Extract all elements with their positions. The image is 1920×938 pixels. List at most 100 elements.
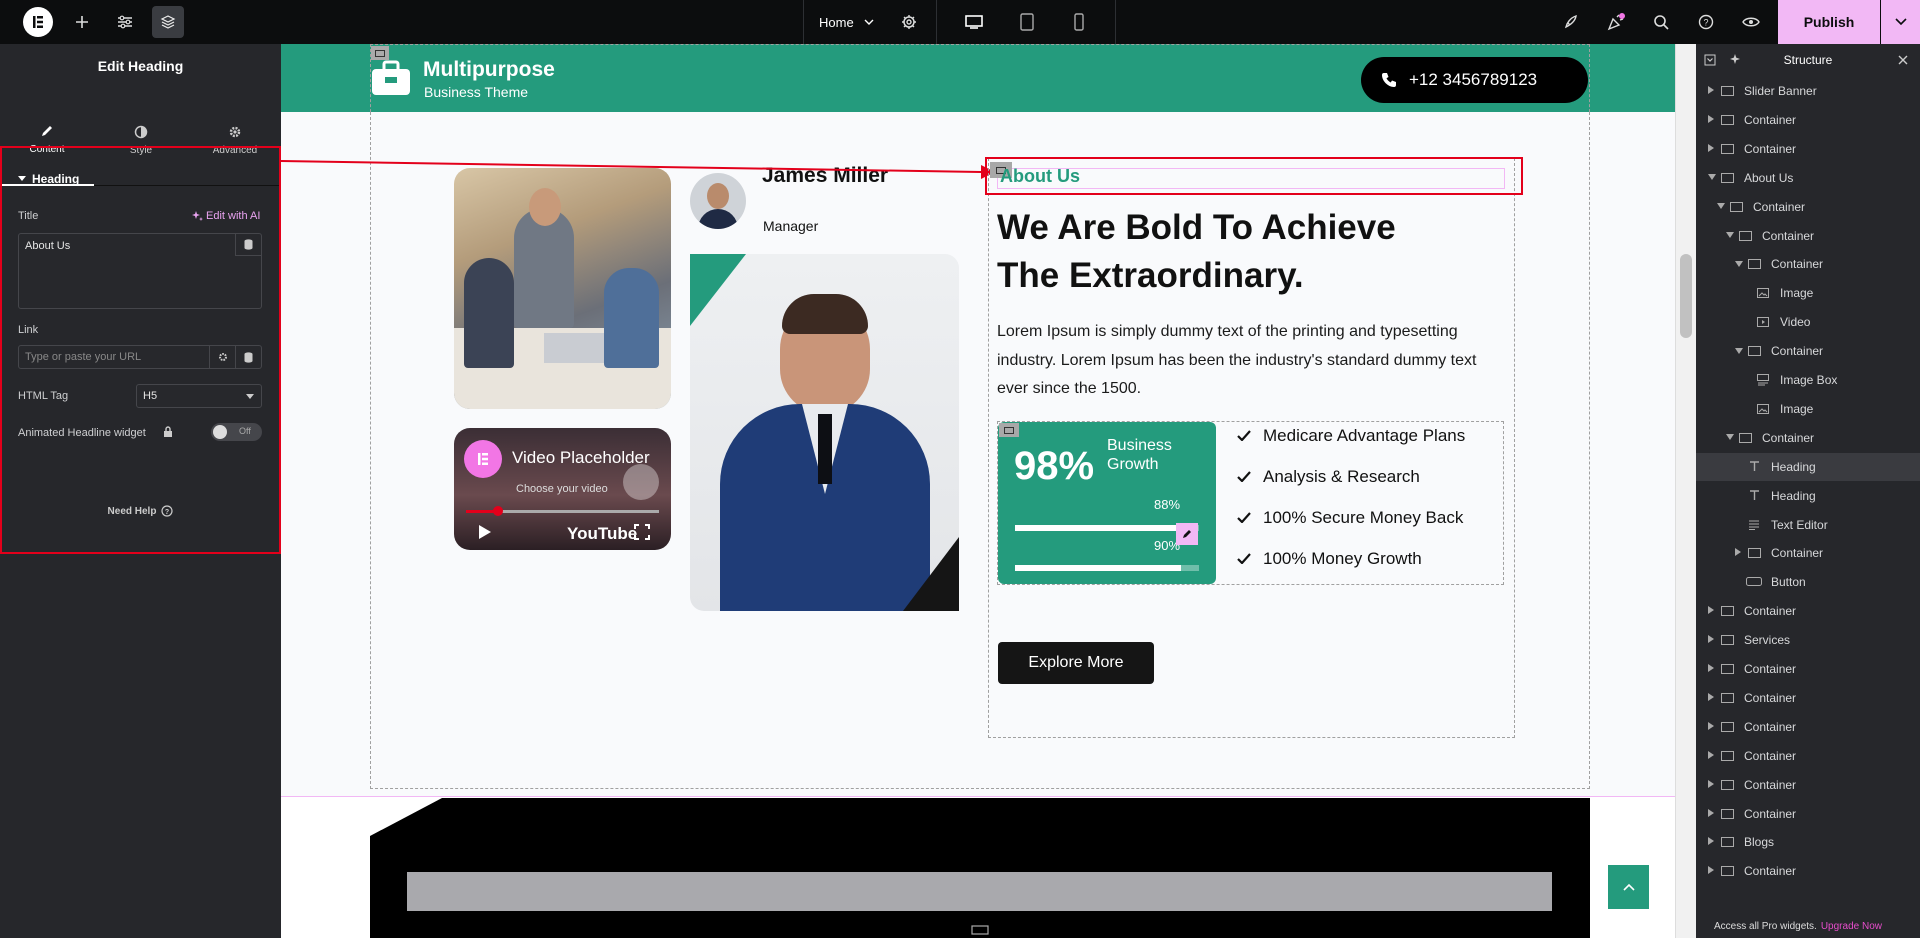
- structure-item[interactable]: Slider Banner: [1696, 77, 1920, 105]
- annotation-arrow: [281, 160, 995, 179]
- caret-right-icon[interactable]: [1708, 635, 1718, 645]
- canvas-scrollbar-track[interactable]: [1676, 44, 1696, 938]
- caret-right-icon[interactable]: [1708, 664, 1718, 674]
- structure-item[interactable]: Container: [1696, 424, 1920, 452]
- caret-right-icon[interactable]: [1735, 548, 1745, 558]
- preview-eye-icon[interactable]: [1729, 0, 1773, 44]
- launchpad-rocket-icon[interactable]: [1549, 0, 1593, 44]
- link-input[interactable]: Type or paste your URL: [18, 345, 262, 369]
- site-settings-icon[interactable]: [103, 0, 147, 44]
- container-icon: [1745, 345, 1763, 357]
- widget-handle-icon[interactable]: [999, 423, 1019, 437]
- structure-item[interactable]: Container: [1696, 655, 1920, 683]
- link-options-icon[interactable]: [209, 346, 235, 368]
- caret-down-icon[interactable]: [1726, 433, 1736, 442]
- edit-with-ai-button[interactable]: Edit with AI: [192, 210, 260, 222]
- desktop-view-icon[interactable]: [952, 0, 996, 44]
- publish-options-button[interactable]: [1881, 0, 1920, 44]
- close-icon[interactable]: [1898, 55, 1908, 65]
- structure-item[interactable]: Container: [1696, 250, 1920, 278]
- add-element-icon[interactable]: [60, 0, 104, 44]
- play-icon[interactable]: [478, 524, 492, 540]
- structure-item[interactable]: Container: [1696, 193, 1920, 221]
- structure-item[interactable]: Container: [1696, 857, 1920, 885]
- tablet-view-icon[interactable]: [1005, 0, 1049, 44]
- elementor-logo-icon[interactable]: [23, 7, 53, 37]
- structure-item[interactable]: Image: [1696, 279, 1920, 307]
- mobile-view-icon[interactable]: [1057, 0, 1101, 44]
- container-handle-icon[interactable]: [970, 924, 990, 936]
- structure-toggle-icon[interactable]: [152, 6, 184, 38]
- caret-right-icon[interactable]: [1708, 808, 1718, 819]
- structure-item-label: Container: [1744, 777, 1797, 792]
- caret-right-icon[interactable]: [1708, 606, 1718, 616]
- caret-down-icon[interactable]: [1735, 347, 1745, 356]
- structure-item-label: Image: [1780, 286, 1814, 301]
- caret-down-icon[interactable]: [1708, 173, 1718, 182]
- structure-item[interactable]: Container: [1696, 800, 1920, 828]
- caret-right-icon[interactable]: [1708, 143, 1718, 154]
- about-heading[interactable]: About Us: [1000, 166, 1080, 187]
- structure-item[interactable]: Image: [1696, 395, 1920, 423]
- publish-button[interactable]: Publish: [1778, 0, 1880, 44]
- video-progress-track[interactable]: [466, 506, 659, 516]
- page-selector[interactable]: Home: [819, 0, 874, 44]
- search-icon[interactable]: [1639, 0, 1683, 44]
- dynamic-tags-icon[interactable]: [235, 234, 261, 256]
- structure-item[interactable]: Container: [1696, 222, 1920, 250]
- phone-button[interactable]: +12 3456789123: [1361, 57, 1588, 103]
- dynamic-tags-icon[interactable]: [235, 346, 261, 368]
- whats-new-icon[interactable]: [1594, 0, 1638, 44]
- caret-right-icon[interactable]: [1708, 866, 1718, 876]
- caret-right-icon[interactable]: [1708, 114, 1718, 125]
- caret-right-icon[interactable]: [1708, 692, 1718, 703]
- title-textarea[interactable]: About Us: [18, 233, 262, 309]
- structure-item[interactable]: Services: [1696, 626, 1920, 654]
- caret-right-icon[interactable]: [1708, 779, 1718, 790]
- caret-right-icon[interactable]: [1708, 721, 1718, 732]
- caret-down-icon[interactable]: [1735, 260, 1745, 269]
- structure-item[interactable]: Container: [1696, 713, 1920, 741]
- fullscreen-icon[interactable]: [634, 524, 650, 540]
- animated-headline-toggle[interactable]: Off: [211, 423, 262, 441]
- need-help-link[interactable]: Need Help ?: [0, 505, 281, 517]
- structure-item[interactable]: Image Box: [1696, 366, 1920, 394]
- structure-item[interactable]: Heading: [1696, 452, 1920, 481]
- intro-paragraph[interactable]: Lorem Ipsum is simply dummy text of the …: [997, 318, 1497, 404]
- structure-item[interactable]: Container: [1696, 539, 1920, 567]
- caret-down-icon[interactable]: [1726, 231, 1736, 240]
- caret-right-icon[interactable]: [1708, 837, 1718, 847]
- structure-item[interactable]: Container: [1696, 742, 1920, 770]
- main-heading[interactable]: We Are Bold To Achieve The Extraordinary…: [997, 204, 1467, 300]
- page-settings-icon[interactable]: [887, 0, 931, 44]
- scroll-to-top-button[interactable]: [1608, 865, 1649, 909]
- structure-item[interactable]: Button: [1696, 568, 1920, 596]
- scrollbar-thumb[interactable]: [1680, 254, 1692, 338]
- container-handle-icon[interactable]: [371, 46, 389, 60]
- structure-item[interactable]: Video: [1696, 308, 1920, 336]
- caret-down-icon[interactable]: [1717, 202, 1727, 211]
- structure-item[interactable]: Container: [1696, 135, 1920, 163]
- structure-item[interactable]: Container: [1696, 337, 1920, 365]
- help-icon[interactable]: ?: [1684, 0, 1728, 44]
- caret-right-icon[interactable]: [1708, 750, 1718, 761]
- html-tag-select[interactable]: H5: [136, 384, 262, 408]
- video-placeholder[interactable]: Video Placeholder Choose your video YouT…: [454, 428, 671, 550]
- structure-item[interactable]: Text Editor: [1696, 511, 1920, 539]
- businessman-image[interactable]: [690, 254, 959, 611]
- edit-pencil-icon[interactable]: [1176, 523, 1198, 545]
- section-toggle-heading[interactable]: Heading: [18, 172, 79, 186]
- structure-item[interactable]: Container: [1696, 684, 1920, 712]
- explore-more-button[interactable]: Explore More: [998, 642, 1154, 684]
- structure-item[interactable]: Container: [1696, 771, 1920, 799]
- half-circle-icon: [134, 125, 148, 138]
- structure-item[interactable]: About Us: [1696, 164, 1920, 192]
- structure-item[interactable]: Container: [1696, 106, 1920, 134]
- upgrade-now-link[interactable]: Upgrade Now: [1821, 921, 1882, 932]
- structure-item[interactable]: Container: [1696, 597, 1920, 625]
- team-photo-image[interactable]: [454, 168, 671, 409]
- structure-item[interactable]: Blogs: [1696, 828, 1920, 856]
- container-icon: [1718, 779, 1736, 791]
- caret-right-icon[interactable]: [1708, 86, 1718, 96]
- structure-item[interactable]: Heading: [1696, 482, 1920, 510]
